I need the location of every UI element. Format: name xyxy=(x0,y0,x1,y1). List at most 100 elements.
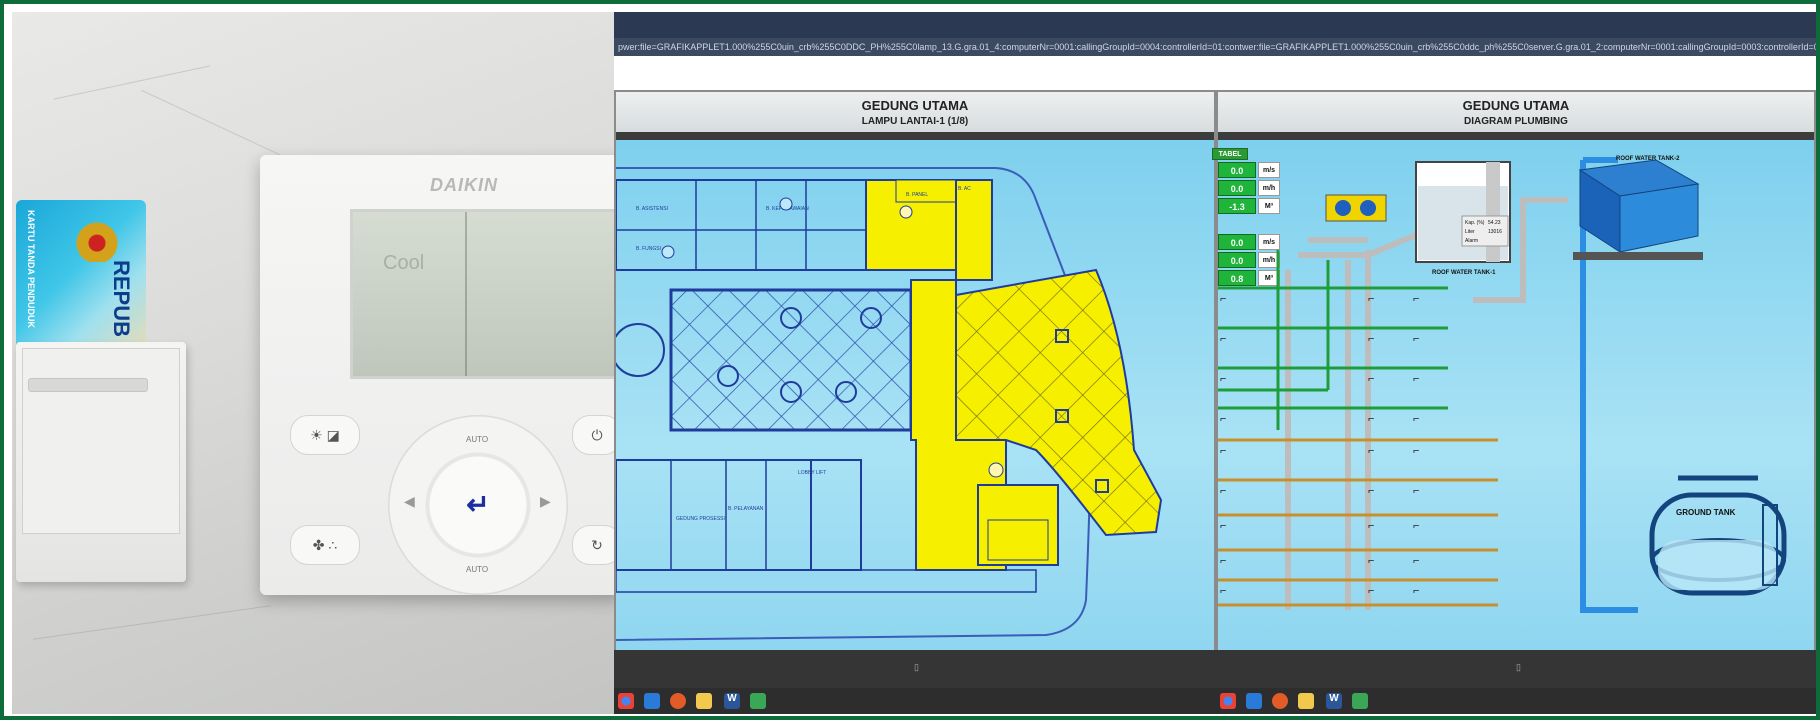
svg-text:⌐: ⌐ xyxy=(1413,413,1419,425)
lighting-header: GEDUNG UTAMA LAMPU LANTAI-1 (1/8) xyxy=(616,92,1214,132)
top-rooms xyxy=(615,179,867,271)
mail-icon[interactable] xyxy=(644,693,660,709)
spreadsheet-icon[interactable] xyxy=(750,693,766,709)
lit-room-bottom xyxy=(977,484,1059,566)
svg-text:⌐: ⌐ xyxy=(1220,555,1226,567)
auto-down-label: AUTO xyxy=(466,565,489,574)
tank-kap-label: Kap. (%) xyxy=(1465,220,1485,226)
chrome-icon[interactable] xyxy=(1220,693,1236,709)
swing-button[interactable]: ↻ xyxy=(572,525,614,565)
svg-text:⌐: ⌐ xyxy=(1368,445,1374,457)
spreadsheet-icon[interactable] xyxy=(1352,693,1368,709)
enter-button[interactable]: ↵ xyxy=(453,488,503,522)
wall-photo: KARTU TANDA PENDUDUK REPUB DAIKIN Cool ☀… xyxy=(12,12,614,714)
svg-text:⌐: ⌐ xyxy=(1413,485,1419,497)
card-slot-lip xyxy=(28,378,148,392)
svg-text:⌐: ⌐ xyxy=(1413,293,1419,305)
card-key-switch[interactable] xyxy=(16,342,186,582)
svg-text:⌐: ⌐ xyxy=(1220,445,1226,457)
windows-taskbar: W W xyxy=(614,688,1816,714)
file-explorer-icon[interactable] xyxy=(696,693,712,709)
chrome-icon[interactable] xyxy=(618,693,634,709)
ac-remote-controller: DAIKIN Cool ☀ ◪ ✤ ∴ ⏻ ↻ AUTO AUTO ◀ ▶ ↵ xyxy=(260,155,614,595)
tank2-label: ROOF WATER TANK-2 xyxy=(1616,156,1680,162)
word-icon[interactable]: W xyxy=(724,693,740,709)
tank1-label: ROOF WATER TANK-1 xyxy=(1432,270,1496,276)
svg-text:⌐: ⌐ xyxy=(1368,585,1374,597)
remote-lcd: Cool xyxy=(350,209,614,379)
browser-content-gap xyxy=(614,56,1816,90)
svg-text:⌐: ⌐ xyxy=(1413,373,1419,385)
water-pump xyxy=(1325,194,1387,222)
roof-water-tank-1: ROOF WATER TANK-1 xyxy=(1415,161,1511,276)
plumbing-svg: ⌐ ⌐ ⌐ ⌐ ⌐ ⌐ ⌐ ⌐ ⌐ ⌐ ⌐ ⌐ ⌐ ⌐ ⌐ ⌐ ⌐ ⌐ ⌐ ⌐ ⌐ ⌐ ⌐ ⌐ ⌐ ⌐ ⌐ xyxy=(1218,156,1787,613)
room-label-ac: B. AC xyxy=(958,186,971,192)
id-card: KARTU TANDA PENDUDUK REPUB xyxy=(16,200,146,352)
room-label-panel: B. PANEL xyxy=(906,192,928,198)
svg-text:⌐: ⌐ xyxy=(1368,333,1374,345)
svg-text:⌐: ⌐ xyxy=(1220,485,1226,497)
card-slot-face xyxy=(22,348,180,534)
svg-text:⌐: ⌐ xyxy=(1413,585,1419,597)
floor-plan-area: B. ASISTENSI B. KEPEGAWAIAN B. FUNGSI B.… xyxy=(614,140,1214,650)
tank-liter-label: Liter xyxy=(1465,229,1475,235)
svg-text:⌐: ⌐ xyxy=(1368,555,1374,567)
power-button[interactable]: ⏻ xyxy=(572,415,614,455)
address-bar[interactable]: pwer:file=GRAFIKAPPLET1.000%255C0uin_crb… xyxy=(614,38,1816,56)
fan-button[interactable]: ✤ ∴ xyxy=(290,525,360,565)
room-label-5: B. PELAYANAN xyxy=(728,506,764,512)
ground-tank: GROUND TANK xyxy=(1649,475,1787,596)
status-marker-left: ▯ xyxy=(914,662,919,672)
plumbing-title: GEDUNG UTAMA xyxy=(1462,98,1570,113)
tank-liter-value: 13016 xyxy=(1488,229,1502,235)
right-status-bar: ▯ xyxy=(1216,650,1816,688)
roof-water-tank-2: ROOF WATER TANK-2 xyxy=(1573,156,1703,260)
word-icon[interactable]: W xyxy=(1326,693,1342,709)
room-label-3: B. FUNGSI xyxy=(636,246,661,252)
svg-text:⌐: ⌐ xyxy=(1220,520,1226,532)
room-label-1: B. ASISTENSI xyxy=(636,206,668,212)
bms-monitor-screen: pwer:file=GRAFIKAPPLET1.000%255C0uin_crb… xyxy=(614,12,1816,714)
svg-text:⌐: ⌐ xyxy=(1368,373,1374,385)
svg-text:⌐: ⌐ xyxy=(1368,413,1374,425)
tank-kap-value: 54.23 xyxy=(1488,220,1501,226)
lighting-subtitle: LAMPU LANTAI-1 (1/8) xyxy=(861,116,969,127)
mode-button[interactable]: ☀ ◪ xyxy=(290,415,360,455)
lamp-icon xyxy=(779,197,793,211)
file-explorer-icon[interactable] xyxy=(1298,693,1314,709)
svg-text:⌐: ⌐ xyxy=(1220,585,1226,597)
plumbing-subtitle: DIAGRAM PLUMBING xyxy=(1464,116,1568,127)
plumbing-area: TABEL 0.0 m/s 0.0 m/h -1.3 M³ 0.0 m/s 0.0 m/h 0.8 M… xyxy=(1212,140,1814,650)
left-status-bar: ▯ xyxy=(614,650,1216,688)
floor-plan-svg: B. ASISTENSI B. KEPEGAWAIAN B. FUNGSI B.… xyxy=(614,167,1163,641)
svg-text:⌐: ⌐ xyxy=(1368,520,1374,532)
media-player-icon[interactable] xyxy=(1272,693,1288,709)
left-arrow-icon[interactable]: ◀ xyxy=(404,493,415,510)
central-hall xyxy=(669,288,913,432)
svg-text:⌐: ⌐ xyxy=(1220,373,1226,385)
room-label-4: GEDUNG PROSESSI xyxy=(676,516,725,522)
plumbing-header: GEDUNG UTAMA DIAGRAM PLUMBING xyxy=(1218,92,1814,132)
svg-text:⌐: ⌐ xyxy=(1220,333,1226,345)
plumbing-panel: GEDUNG UTAMA DIAGRAM PLUMBING TABEL 0.0 m… xyxy=(1212,90,1816,650)
ground-tank-label: GROUND TANK xyxy=(1676,508,1736,517)
lighting-panel: GEDUNG UTAMA LAMPU LANTAI-1 (1/8) B. ASI… xyxy=(614,90,1216,650)
status-marker-right: ▯ xyxy=(1516,662,1521,672)
auto-up-label: AUTO xyxy=(466,435,489,444)
svg-text:⌐: ⌐ xyxy=(1220,293,1226,305)
bottom-rooms xyxy=(615,459,812,571)
svg-text:⌐: ⌐ xyxy=(1413,555,1419,567)
browser-toolbar: pwer:file=GRAFIKAPPLET1.000%255C0uin_crb… xyxy=(614,12,1816,56)
photo-collage: KARTU TANDA PENDUDUK REPUB DAIKIN Cool ☀… xyxy=(0,0,1820,720)
navigation-dial[interactable]: AUTO AUTO ◀ ▶ ↵ xyxy=(388,415,568,595)
svg-text:⌐: ⌐ xyxy=(1368,485,1374,497)
lamp-on-icon xyxy=(899,205,913,219)
room-label-lift: LOBBY LIFT xyxy=(798,470,826,476)
mail-icon[interactable] xyxy=(1246,693,1262,709)
right-arrow-icon[interactable]: ▶ xyxy=(540,493,551,510)
card-text: KARTU TANDA PENDUDUK xyxy=(26,210,36,328)
media-player-icon[interactable] xyxy=(670,693,686,709)
lcd-faint-text: Cool xyxy=(383,252,425,274)
svg-text:⌐: ⌐ xyxy=(1220,413,1226,425)
garuda-emblem-icon xyxy=(74,220,120,262)
